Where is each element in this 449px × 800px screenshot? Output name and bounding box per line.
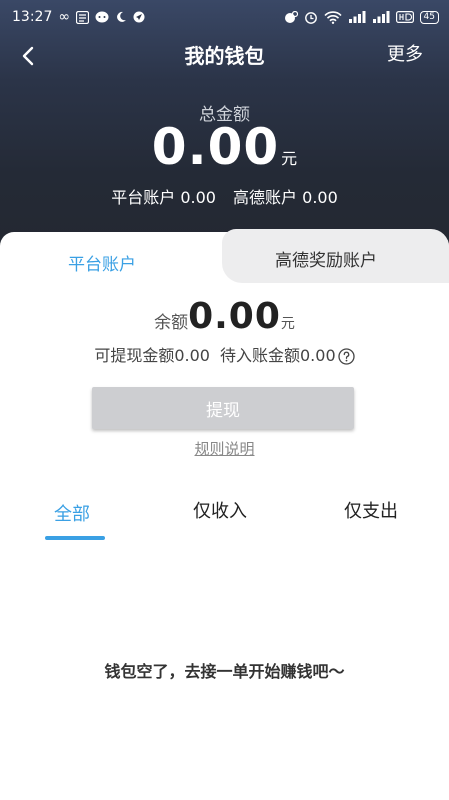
status-time: 13:27 [12, 9, 53, 25]
balance-label: 余额 [154, 313, 189, 333]
status-bar: 13:27 ∞ 45 [0, 0, 449, 34]
filter-tab-indicator [45, 536, 105, 540]
hd-icon [395, 11, 414, 23]
filter-tab-income[interactable]: 仅收入 [193, 497, 247, 523]
filter-tab-all[interactable]: 全部 [54, 500, 90, 526]
empty-state-message: 钱包空了，去接一单开始赚钱吧～ [104, 662, 345, 681]
infinity-icon: ∞ [58, 9, 71, 25]
moon-icon [115, 11, 127, 23]
tab-gaode-reward-account-label[interactable]: 高德奖励账户 [275, 246, 377, 271]
balance: 余额0.00元 [0, 296, 449, 337]
chat-icon [95, 11, 109, 24]
location-icon [133, 11, 145, 23]
app-notification-icon [76, 10, 90, 24]
more-button[interactable]: 更多 [387, 40, 423, 66]
withdrawable-amount: 可提现金额0.00 [94, 346, 210, 365]
rules-link[interactable]: 规则说明 [0, 438, 449, 459]
battery-icon: 45 [419, 10, 439, 24]
sub-accounts: 平台账户 0.00 高德账户 0.00 [0, 184, 449, 208]
wifi-icon [323, 10, 342, 24]
pending-amount: 待入账金额0.00 [220, 346, 336, 365]
withdraw-button[interactable]: 提现 [92, 387, 354, 429]
signal-icon [348, 11, 366, 23]
total-amount-value: 0.00 [151, 118, 280, 176]
nfc-icon [284, 10, 298, 24]
gaode-account-summary: 高德账户 0.00 [233, 188, 338, 207]
alarm-icon [304, 10, 318, 24]
withdraw-info: 可提现金额0.00 待入账金额0.00 [0, 342, 449, 366]
question-mark-icon[interactable] [337, 348, 355, 365]
page-title: 我的钱包 [184, 44, 265, 68]
total-amount-unit: 元 [281, 149, 298, 168]
platform-account-summary: 平台账户 0.00 [111, 188, 216, 207]
balance-unit: 元 [280, 316, 295, 332]
tab-platform-account[interactable]: 平台账户 [68, 250, 136, 275]
total-amount: 0.00 元 [0, 118, 449, 176]
nav-bar: 我的钱包 更多 [0, 34, 449, 78]
balance-amount: 0.00 [188, 296, 281, 337]
filter-tab-expense[interactable]: 仅支出 [344, 497, 398, 523]
signal-icon-2 [372, 11, 390, 23]
